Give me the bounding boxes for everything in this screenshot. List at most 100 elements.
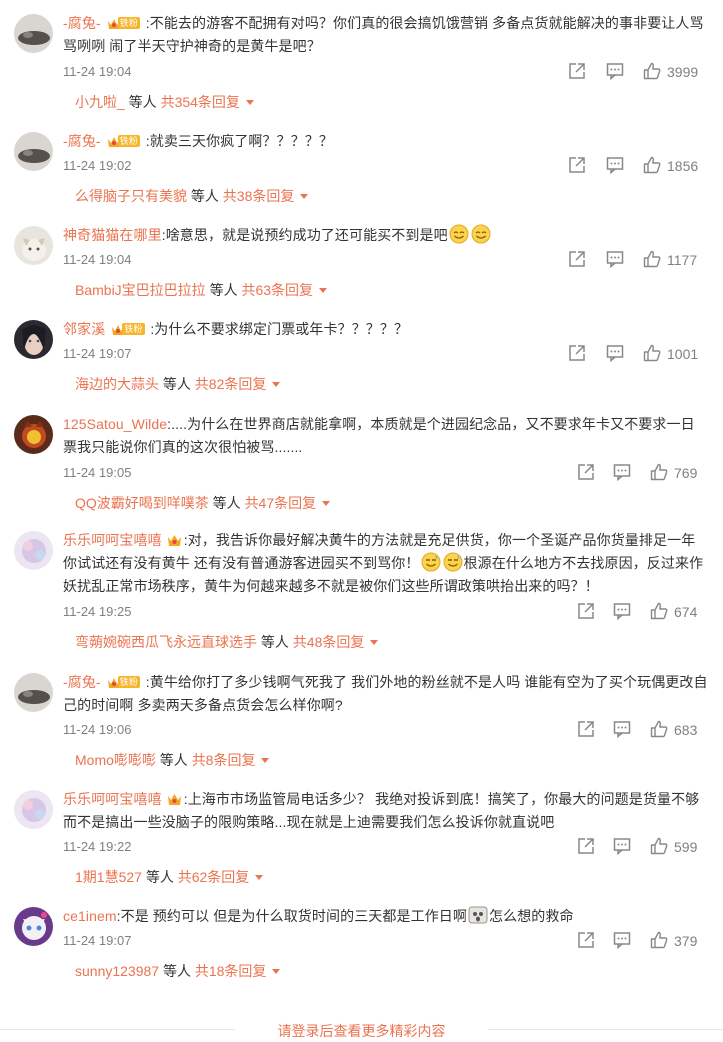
- thumbs-up-icon[interactable]: [650, 931, 668, 951]
- avatar[interactable]: [14, 415, 53, 454]
- avatar[interactable]: [14, 14, 53, 53]
- share-icon[interactable]: [568, 62, 586, 82]
- reply-count[interactable]: 共48条回复: [293, 634, 365, 650]
- reply-count[interactable]: 共63条回复: [241, 282, 313, 298]
- share-icon[interactable]: [568, 156, 586, 176]
- comment-icon[interactable]: [606, 250, 624, 270]
- chevron-down-icon[interactable]: [322, 501, 331, 506]
- thumbs-up-icon[interactable]: [650, 720, 668, 740]
- reply-count[interactable]: 共8条回复: [192, 752, 256, 768]
- vip-badge-icon: [167, 794, 181, 805]
- avatar[interactable]: [14, 907, 53, 946]
- avatar[interactable]: [14, 226, 53, 265]
- avatar[interactable]: [14, 673, 53, 712]
- share-icon[interactable]: [568, 250, 586, 270]
- comment-username[interactable]: -腐兔-: [63, 133, 101, 149]
- chevron-down-icon[interactable]: [370, 640, 379, 645]
- shocked-face-emoji-icon: [468, 906, 488, 924]
- comment-time: 11-24 19:25: [63, 604, 132, 619]
- thumbs-up-icon[interactable]: [650, 602, 668, 622]
- comment-meta: 11-24 19:07 1001: [63, 344, 708, 364]
- chevron-down-icon[interactable]: [261, 758, 270, 763]
- comment-text: 125Satou_Wilde:....为什么在世界商店就能拿啊，本质就是个进园纪…: [63, 413, 708, 459]
- thumbs-up-icon[interactable]: [643, 344, 661, 364]
- sweat-smile-emoji-icon: [443, 552, 462, 572]
- like-count: 379: [674, 933, 698, 949]
- comment-icon[interactable]: [613, 720, 631, 740]
- reply-summary[interactable]: 么得脑子只有美貌 等人 共38条回复: [75, 186, 309, 206]
- comment-username[interactable]: 乐乐呵呵宝嘻嘻: [63, 532, 162, 548]
- comment-text: -腐兔- 铁粉:黄牛给你打了多少钱啊气死我了 我们外地的粉丝就不是人吗 谁能有空…: [63, 671, 708, 717]
- chevron-down-icon[interactable]: [245, 100, 254, 105]
- chevron-down-icon[interactable]: [255, 875, 264, 880]
- comment-username[interactable]: 125Satou_Wilde: [63, 416, 167, 432]
- reply-summary[interactable]: 弯蒴婉碗西瓜飞永远直球选手 等人 共48条回复: [75, 632, 379, 652]
- share-icon[interactable]: [568, 344, 586, 364]
- reply-username[interactable]: 小九啦_: [75, 94, 125, 110]
- fan-badge: 铁粉: [106, 133, 145, 149]
- chevron-down-icon[interactable]: [272, 382, 281, 387]
- login-for-more-link[interactable]: 请登录后查看更多精彩内容: [0, 1020, 723, 1042]
- comment-username[interactable]: -腐兔-: [63, 15, 101, 31]
- chevron-down-icon[interactable]: [300, 194, 309, 199]
- share-icon[interactable]: [577, 837, 595, 857]
- comment-username[interactable]: 邻家溪: [63, 321, 105, 337]
- reply-username[interactable]: QQ波霸好喝到咩噗茶: [75, 495, 209, 511]
- reply-username[interactable]: 弯蒴婉碗西瓜飞永远直球选手: [75, 634, 257, 650]
- thumbs-up-icon[interactable]: [650, 837, 668, 857]
- reply-username[interactable]: 1期1慧527: [75, 869, 142, 885]
- reply-count[interactable]: 共62条回复: [178, 869, 250, 885]
- avatar[interactable]: [14, 320, 53, 359]
- comment-icon[interactable]: [606, 156, 624, 176]
- comment-username[interactable]: -腐兔-: [63, 674, 101, 690]
- thumbs-up-icon[interactable]: [643, 62, 661, 82]
- avatar[interactable]: [14, 132, 53, 171]
- comment-icon[interactable]: [613, 602, 631, 622]
- comment-text: 乐乐呵呵宝嘻嘻 :上海市市场监管局电话多少？ 我绝对投诉到底！搞笑了，你最大的问…: [63, 788, 708, 834]
- avatar[interactable]: [14, 531, 53, 570]
- reply-count[interactable]: 共38条回复: [223, 188, 295, 204]
- reply-username[interactable]: sunny123987: [75, 963, 159, 979]
- comment-icon[interactable]: [613, 463, 631, 483]
- fan-badge-label: 铁粉: [117, 17, 140, 29]
- comment-icon[interactable]: [606, 344, 624, 364]
- comment-time: 11-24 19:07: [63, 346, 132, 361]
- chevron-down-icon[interactable]: [272, 969, 281, 974]
- reply-count[interactable]: 共18条回复: [195, 963, 267, 979]
- share-icon[interactable]: [577, 602, 595, 622]
- comment-meta: 11-24 19:02 1856: [63, 156, 708, 176]
- reply-summary[interactable]: 海边的大蒜头 等人 共82条回复: [75, 374, 281, 394]
- comment-username[interactable]: ce1inem: [63, 908, 117, 924]
- reply-summary[interactable]: Momo嘭嘭嘭 等人 共8条回复: [75, 750, 270, 770]
- share-icon[interactable]: [577, 463, 595, 483]
- thumbs-up-icon[interactable]: [643, 156, 661, 176]
- reply-count[interactable]: 共354条回复: [161, 94, 240, 110]
- comment-icon[interactable]: [606, 62, 624, 82]
- comment-time: 11-24 19:02: [63, 158, 132, 173]
- reply-summary[interactable]: sunny123987 等人 共18条回复: [75, 961, 281, 981]
- thumbs-up-icon[interactable]: [643, 250, 661, 270]
- thumbs-up-icon[interactable]: [650, 463, 668, 483]
- comment-username[interactable]: 乐乐呵呵宝嘻嘻: [63, 791, 162, 807]
- chevron-down-icon[interactable]: [319, 288, 328, 293]
- reply-summary[interactable]: 1期1慧527 等人 共62条回复: [75, 867, 264, 887]
- reply-count[interactable]: 共47条回复: [245, 495, 317, 511]
- reply-summary[interactable]: QQ波霸好喝到咩噗茶 等人 共47条回复: [75, 493, 331, 513]
- reply-summary[interactable]: 小九啦_ 等人 共354条回复: [75, 92, 254, 112]
- share-icon[interactable]: [577, 931, 595, 951]
- reply-username[interactable]: 海边的大蒜头: [75, 376, 159, 392]
- like-count: 674: [674, 604, 698, 620]
- reply-username[interactable]: 么得脑子只有美貌: [75, 188, 187, 204]
- comment-icon[interactable]: [613, 931, 631, 951]
- comment-text: 邻家溪 铁粉:为什么不要求绑定门票或年卡？？？？？: [63, 318, 708, 341]
- reply-username[interactable]: Momo嘭嘭嘭: [75, 752, 156, 768]
- share-icon[interactable]: [577, 720, 595, 740]
- avatar[interactable]: [14, 790, 53, 829]
- reply-count[interactable]: 共82条回复: [195, 376, 267, 392]
- comment-icon[interactable]: [613, 837, 631, 857]
- reply-username[interactable]: BambiJ宝巴拉巴拉拉: [75, 282, 206, 298]
- reply-connector: 等人: [155, 752, 192, 768]
- reply-summary[interactable]: BambiJ宝巴拉巴拉拉 等人 共63条回复: [75, 280, 328, 300]
- comment-username[interactable]: 神奇猫猫在哪里: [63, 227, 162, 243]
- like-count: 3999: [667, 64, 699, 80]
